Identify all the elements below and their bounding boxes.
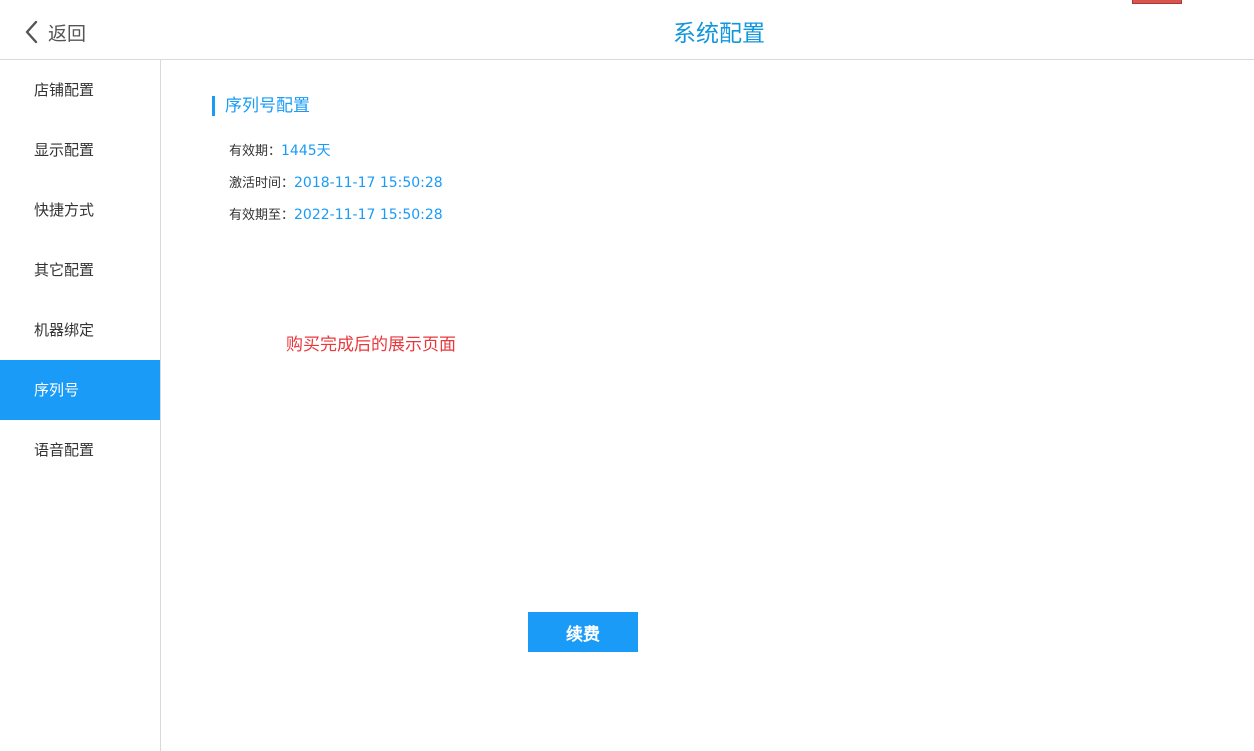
chevron-left-icon <box>25 20 38 44</box>
sidebar: 店铺配置 显示配置 快捷方式 其它配置 机器绑定 序列号 语音配置 <box>0 60 161 751</box>
renew-button[interactable]: 续费 <box>528 612 638 652</box>
annotation-note: 购买完成后的展示页面 <box>286 335 456 355</box>
activation-row: 激活时间：2018-11-17 15:50:28 <box>229 172 443 191</box>
activation-label: 激活时间： <box>229 176 295 191</box>
sidebar-item-voice-config[interactable]: 语音配置 <box>0 420 160 480</box>
corner-tab[interactable] <box>1132 0 1182 4</box>
page-title: 系统配置 <box>673 21 765 47</box>
top-bar: 返回 系统配置 <box>0 0 1254 60</box>
page-title-wrap: 系统配置 <box>0 14 1254 48</box>
main-content: 序列号配置 有效期：1445天 激活时间：2018-11-17 15:50:28… <box>161 60 1254 751</box>
sidebar-item-serial-number[interactable]: 序列号 <box>0 360 160 420</box>
validity-row: 有效期：1445天 <box>229 140 331 160</box>
back-button[interactable]: 返回 <box>24 18 86 46</box>
expiry-value: 2022-11-17 15:50:28 <box>294 207 443 223</box>
sidebar-item-display-config[interactable]: 显示配置 <box>0 120 160 180</box>
expiry-row: 有效期至：2022-11-17 15:50:28 <box>229 204 443 223</box>
validity-label: 有效期： <box>229 144 282 159</box>
sidebar-item-store-config[interactable]: 店铺配置 <box>0 60 160 120</box>
sidebar-item-other-config[interactable]: 其它配置 <box>0 240 160 300</box>
back-label: 返回 <box>48 22 87 45</box>
section-title: 序列号配置 <box>212 96 310 116</box>
activation-value: 2018-11-17 15:50:28 <box>294 175 443 191</box>
sidebar-item-shortcuts[interactable]: 快捷方式 <box>0 180 160 240</box>
validity-value: 1445天 <box>281 143 331 159</box>
expiry-label: 有效期至： <box>229 208 295 223</box>
sidebar-item-device-binding[interactable]: 机器绑定 <box>0 300 160 360</box>
